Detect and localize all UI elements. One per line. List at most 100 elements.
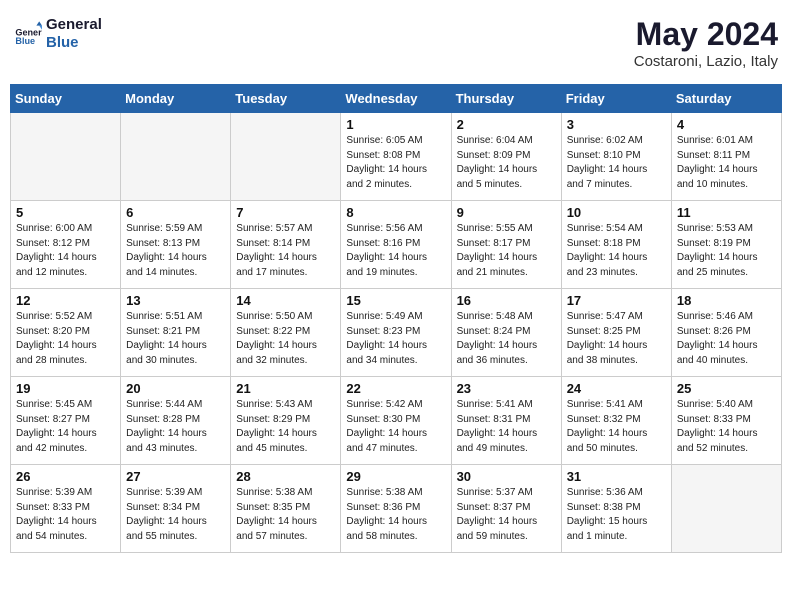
calendar-cell: 19 Sunrise: 5:45 AM Sunset: 8:27 PM Dayli… — [11, 377, 121, 465]
calendar-cell: 14 Sunrise: 5:50 AM Sunset: 8:22 PM Dayli… — [231, 289, 341, 377]
calendar-cell: 21Sunrise: 5:43 AM Sunset: 8:29 PM Dayli… — [231, 377, 341, 465]
cell-info: Sunrise: 5:42 AM Sunset: 8:30 PM Dayligh… — [346, 398, 445, 456]
calendar-cell: 16Sunrise: 5:48 AM Sunset: 8:24 PM Dayli… — [451, 289, 561, 377]
cell-info: Sunrise: 5:36 AM Sunset: 8:38 PM Dayligh… — [567, 486, 666, 544]
day-number: 8 — [346, 205, 445, 220]
calendar-cell: 17Sunrise: 5:47 AM Sunset: 8:25 PM Dayli… — [561, 289, 671, 377]
calendar-cell: 4 Sunrise: 6:01 AM Sunset: 8:11 PM Daylig… — [671, 113, 781, 201]
logo-general: General — [46, 16, 102, 34]
week-row-5: 26 Sunrise: 5:39 AM Sunset: 8:33 PM Dayli… — [11, 465, 782, 553]
logo-icon: General Blue — [14, 20, 42, 48]
cell-info: Sunrise: 5:53 AM Sunset: 8:19 PM Dayligh… — [677, 222, 776, 280]
cell-info: Sunrise: 5:49 AM Sunset: 8:23 PM Dayligh… — [346, 310, 445, 368]
week-row-2: 5 Sunrise: 6:00 AM Sunset: 8:12 PM Daylig… — [11, 201, 782, 289]
calendar-cell: 9Sunrise: 5:55 AM Sunset: 8:17 PM Daylig… — [451, 201, 561, 289]
cell-info: Sunrise: 5:59 AM Sunset: 8:13 PM Dayligh… — [126, 222, 225, 280]
cell-info: Sunrise: 5:52 AM Sunset: 8:20 PM Dayligh… — [16, 310, 115, 368]
day-number: 24 — [567, 381, 666, 396]
calendar-cell: 13 Sunrise: 5:51 AM Sunset: 8:21 PM Dayli… — [121, 289, 231, 377]
day-number: 13 — [126, 293, 225, 308]
cell-info: Sunrise: 6:04 AM Sunset: 8:09 PM Dayligh… — [457, 134, 556, 192]
day-number: 28 — [236, 469, 335, 484]
day-number: 10 — [567, 205, 666, 220]
cell-info: Sunrise: 5:45 AM Sunset: 8:27 PM Dayligh… — [16, 398, 115, 456]
calendar-cell — [671, 465, 781, 553]
calendar-cell: 6 Sunrise: 5:59 AM Sunset: 8:13 PM Daylig… — [121, 201, 231, 289]
location: Costaroni, Lazio, Italy — [634, 53, 778, 70]
calendar-cell — [121, 113, 231, 201]
day-number: 25 — [677, 381, 776, 396]
day-number: 18 — [677, 293, 776, 308]
calendar-cell: 15 Sunrise: 5:49 AM Sunset: 8:23 PM Dayli… — [341, 289, 451, 377]
cell-info: Sunrise: 6:05 AM Sunset: 8:08 PM Dayligh… — [346, 134, 445, 192]
week-row-3: 12 Sunrise: 5:52 AM Sunset: 8:20 PM Dayli… — [11, 289, 782, 377]
calendar-cell: 7 Sunrise: 5:57 AM Sunset: 8:14 PM Daylig… — [231, 201, 341, 289]
cell-info: Sunrise: 5:51 AM Sunset: 8:21 PM Dayligh… — [126, 310, 225, 368]
day-number: 14 — [236, 293, 335, 308]
day-number: 6 — [126, 205, 225, 220]
calendar-cell — [11, 113, 121, 201]
calendar-cell: 26 Sunrise: 5:39 AM Sunset: 8:33 PM Dayli… — [11, 465, 121, 553]
day-number: 9 — [457, 205, 556, 220]
cell-info: Sunrise: 5:50 AM Sunset: 8:22 PM Dayligh… — [236, 310, 335, 368]
cell-info: Sunrise: 5:56 AM Sunset: 8:16 PM Dayligh… — [346, 222, 445, 280]
cell-info: Sunrise: 5:38 AM Sunset: 8:36 PM Dayligh… — [346, 486, 445, 544]
day-number: 1 — [346, 117, 445, 132]
cell-info: Sunrise: 5:57 AM Sunset: 8:14 PM Dayligh… — [236, 222, 335, 280]
calendar-cell: 29Sunrise: 5:38 AM Sunset: 8:36 PM Dayli… — [341, 465, 451, 553]
weekday-header-saturday: Saturday — [671, 85, 781, 113]
cell-info: Sunrise: 5:41 AM Sunset: 8:31 PM Dayligh… — [457, 398, 556, 456]
calendar-cell — [231, 113, 341, 201]
svg-text:Blue: Blue — [15, 36, 35, 46]
day-number: 12 — [16, 293, 115, 308]
weekday-header-wednesday: Wednesday — [341, 85, 451, 113]
logo: General Blue General Blue — [14, 16, 102, 52]
day-number: 11 — [677, 205, 776, 220]
calendar-cell: 5 Sunrise: 6:00 AM Sunset: 8:12 PM Daylig… — [11, 201, 121, 289]
cell-info: Sunrise: 5:46 AM Sunset: 8:26 PM Dayligh… — [677, 310, 776, 368]
calendar-cell: 23 Sunrise: 5:41 AM Sunset: 8:31 PM Dayli… — [451, 377, 561, 465]
calendar-cell: 10 Sunrise: 5:54 AM Sunset: 8:18 PM Dayli… — [561, 201, 671, 289]
title-block: May 2024 Costaroni, Lazio, Italy — [634, 16, 778, 70]
day-number: 31 — [567, 469, 666, 484]
day-number: 5 — [16, 205, 115, 220]
day-number: 3 — [567, 117, 666, 132]
day-number: 27 — [126, 469, 225, 484]
day-number: 30 — [457, 469, 556, 484]
day-number: 23 — [457, 381, 556, 396]
cell-info: Sunrise: 5:48 AM Sunset: 8:24 PM Dayligh… — [457, 310, 556, 368]
day-number: 26 — [16, 469, 115, 484]
calendar-cell: 11 Sunrise: 5:53 AM Sunset: 8:19 PM Dayli… — [671, 201, 781, 289]
calendar-cell: 8 Sunrise: 5:56 AM Sunset: 8:16 PM Daylig… — [341, 201, 451, 289]
weekday-header-thursday: Thursday — [451, 85, 561, 113]
cell-info: Sunrise: 5:47 AM Sunset: 8:25 PM Dayligh… — [567, 310, 666, 368]
calendar-cell: 27 Sunrise: 5:39 AM Sunset: 8:34 PM Dayli… — [121, 465, 231, 553]
day-number: 7 — [236, 205, 335, 220]
cell-info: Sunrise: 6:01 AM Sunset: 8:11 PM Dayligh… — [677, 134, 776, 192]
calendar-cell: 1 Sunrise: 6:05 AM Sunset: 8:08 PM Daylig… — [341, 113, 451, 201]
calendar-cell: 24Sunrise: 5:41 AM Sunset: 8:32 PM Dayli… — [561, 377, 671, 465]
calendar-cell: 18 Sunrise: 5:46 AM Sunset: 8:26 PM Dayli… — [671, 289, 781, 377]
day-number: 22 — [346, 381, 445, 396]
cell-info: Sunrise: 5:54 AM Sunset: 8:18 PM Dayligh… — [567, 222, 666, 280]
cell-info: Sunrise: 5:40 AM Sunset: 8:33 PM Dayligh… — [677, 398, 776, 456]
cell-info: Sunrise: 5:39 AM Sunset: 8:33 PM Dayligh… — [16, 486, 115, 544]
calendar-cell: 3 Sunrise: 6:02 AM Sunset: 8:10 PM Daylig… — [561, 113, 671, 201]
weekday-header-tuesday: Tuesday — [231, 85, 341, 113]
day-number: 19 — [16, 381, 115, 396]
day-number: 15 — [346, 293, 445, 308]
weekday-header-row: SundayMondayTuesdayWednesdayThursdayFrid… — [11, 85, 782, 113]
cell-info: Sunrise: 5:43 AM Sunset: 8:29 PM Dayligh… — [236, 398, 335, 456]
weekday-header-monday: Monday — [121, 85, 231, 113]
calendar-cell: 20Sunrise: 5:44 AM Sunset: 8:28 PM Dayli… — [121, 377, 231, 465]
cell-info: Sunrise: 5:39 AM Sunset: 8:34 PM Dayligh… — [126, 486, 225, 544]
calendar-cell: 28Sunrise: 5:38 AM Sunset: 8:35 PM Dayli… — [231, 465, 341, 553]
calendar-cell: 25 Sunrise: 5:40 AM Sunset: 8:33 PM Dayli… — [671, 377, 781, 465]
calendar-cell: 12 Sunrise: 5:52 AM Sunset: 8:20 PM Dayli… — [11, 289, 121, 377]
cell-info: Sunrise: 5:44 AM Sunset: 8:28 PM Dayligh… — [126, 398, 225, 456]
cell-info: Sunrise: 6:02 AM Sunset: 8:10 PM Dayligh… — [567, 134, 666, 192]
weekday-header-sunday: Sunday — [11, 85, 121, 113]
page-header: General Blue General Blue May 2024 Costa… — [10, 10, 782, 76]
day-number: 4 — [677, 117, 776, 132]
cell-info: Sunrise: 6:00 AM Sunset: 8:12 PM Dayligh… — [16, 222, 115, 280]
